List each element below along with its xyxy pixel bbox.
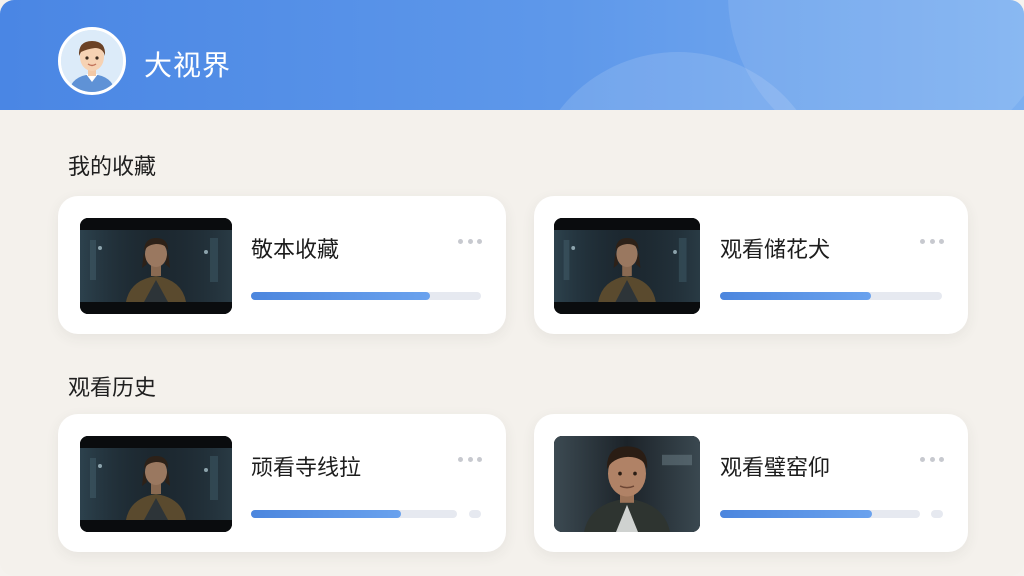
progress-track [251,510,457,518]
header-bar: 大视界 [0,0,1024,110]
progress-fill [251,510,402,518]
section-title-favorites: 我的收藏 [68,155,157,180]
video-card[interactable]: 观看储花犬 [534,196,968,334]
more-options-icon[interactable] [458,454,482,464]
more-options-icon[interactable] [920,454,944,464]
app-window: 大视界 我的收藏 敬本收藏 观看储花犬 观看历史 顽看寺线拉 观看璧窑仰 [0,0,1024,576]
video-thumbnail [80,436,232,532]
video-title: 敬本收藏 [251,238,340,263]
section-title-history: 观看历史 [68,376,157,401]
video-thumbnail [554,218,700,314]
progress-end-marker [469,510,481,518]
video-title: 观看璧窑仰 [720,456,831,481]
video-thumbnail [80,218,232,314]
more-options-icon[interactable] [458,236,482,246]
video-thumbnail [554,436,700,532]
video-card[interactable]: 顽看寺线拉 [58,414,506,552]
video-card[interactable]: 观看璧窑仰 [534,414,968,552]
progress-fill [251,292,431,300]
progress-end-marker [931,510,943,518]
app-title: 大视界 [144,49,232,82]
more-options-icon[interactable] [920,236,944,246]
progress-track [720,510,920,518]
progress-track [251,292,481,300]
user-avatar-icon[interactable] [58,27,126,95]
video-title: 顽看寺线拉 [251,456,362,481]
progress-fill [720,510,872,518]
video-title: 观看储花犬 [720,238,831,263]
progress-track [720,292,942,300]
progress-fill [720,292,871,300]
video-card[interactable]: 敬本收藏 [58,196,506,334]
